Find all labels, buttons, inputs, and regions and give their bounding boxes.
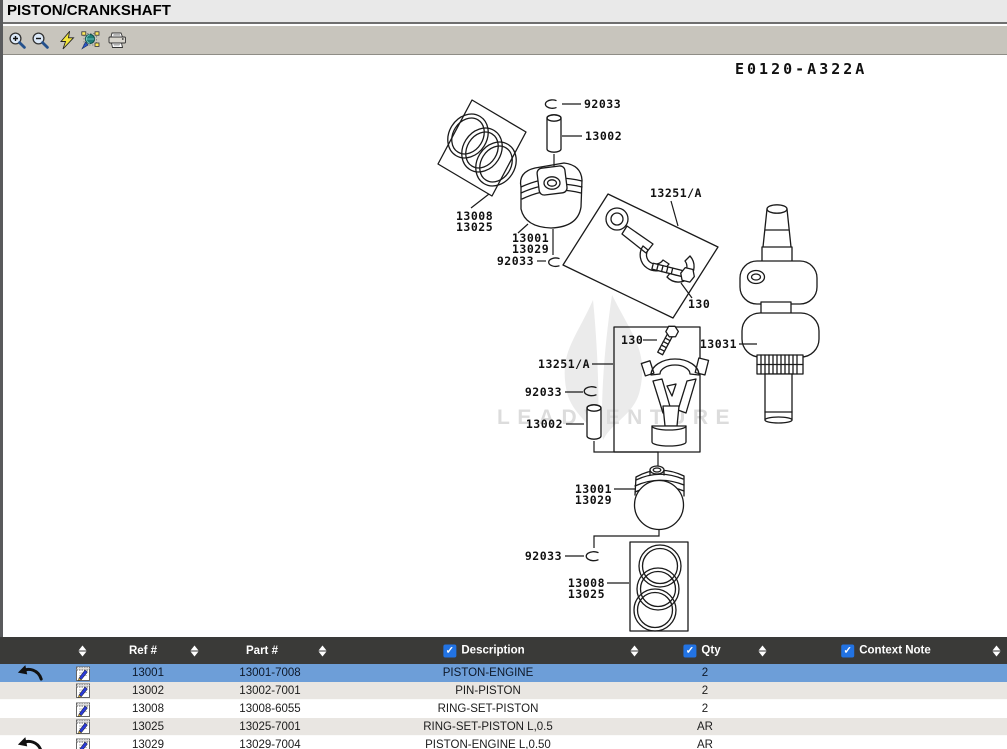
column-header-note[interactable]: Context Note [841,644,931,657]
back-arrow-icon[interactable] [0,664,60,683]
part-label[interactable]: 130 [688,297,710,311]
table-header: Ref # Part # Description Qty Context Not… [0,637,1007,664]
parts-table: Ref # Part # Description Qty Context Not… [0,637,1007,749]
note-edit-icon[interactable] [60,682,106,699]
zoom-out-icon [31,31,50,50]
hotspot-select-icon [81,31,100,50]
qty-cell: AR [626,739,784,749]
part-cell: 13029-7004 [190,739,350,749]
sort-icon[interactable] [758,644,767,657]
note-edit-icon[interactable] [60,718,106,735]
column-header-description[interactable]: Description [443,644,524,657]
part-label[interactable]: 92033 [525,385,562,399]
desc-cell: RING-SET-PISTON [350,703,626,715]
part-label[interactable]: 92033 [525,549,562,563]
part-label[interactable]: 13029 [575,493,612,507]
part-cell: 13001-7008 [190,667,350,679]
note-edit-icon[interactable] [60,701,106,718]
ref-cell: 13008 [106,703,190,715]
ref-cell: 13002 [106,685,190,697]
diagram-toolbar [0,26,1007,55]
note-edit-icon[interactable] [60,737,106,749]
part-cell: 13008-6055 [190,703,350,715]
sort-icon[interactable] [190,644,199,657]
qty-cell: 2 [626,667,784,679]
column-header-qty-label: Qty [701,645,720,657]
part-label[interactable]: 130 [621,333,643,347]
column-header-note-label: Context Note [859,645,931,657]
qty-cell: 2 [626,685,784,697]
table-row[interactable]: 13001 13001-7008 PISTON-ENGINE 2 [0,664,1007,682]
title-bar: PISTON/CRANKSHAFT [0,0,1007,24]
hotspot-select-button[interactable] [79,30,101,50]
part-cell: 13002-7001 [190,685,350,697]
column-header-description-label: Description [461,645,524,657]
column-header-qty[interactable]: Qty [683,644,720,657]
part-label[interactable]: 13025 [568,587,605,601]
desc-cell: PISTON-ENGINE L,0.50 [350,739,626,749]
left-border-strip [0,0,3,637]
description-checkbox[interactable] [443,644,456,657]
part-label[interactable]: 13031 [700,337,737,351]
ref-cell: 13001 [106,667,190,679]
sort-icon[interactable] [630,644,639,657]
part-label[interactable]: 13002 [585,129,622,143]
back-arrow-icon[interactable] [0,736,60,749]
table-row[interactable]: 13002 13002-7001 PIN-PISTON 2 [0,682,1007,700]
exploded-parts-diagram: LEADVENTURE [0,55,1007,633]
circlip-top [545,100,556,108]
column-header-part[interactable]: Part # [246,645,278,657]
desc-cell: RING-SET-PISTON L,0.5 [350,721,626,733]
qty-cell: AR [626,721,784,733]
zoom-in-button[interactable] [6,30,28,50]
lightning-icon [59,31,76,50]
qty-checkbox[interactable] [683,644,696,657]
sort-icon[interactable] [318,644,327,657]
ref-cell: 13025 [106,721,190,733]
crankshaft [740,205,819,423]
qty-cell: 2 [626,703,784,715]
page-title: PISTON/CRANKSHAFT [0,0,171,22]
parts-catalog-viewer: PISTON/CRANKSHAFT [0,0,1007,749]
zoom-out-button[interactable] [29,30,51,50]
ref-cell: 13029 [106,739,190,749]
part-label[interactable]: 13251/A [538,357,590,371]
column-header-ref[interactable]: Ref # [129,645,157,657]
note-edit-icon[interactable] [60,665,106,682]
print-icon [107,32,127,49]
part-label[interactable]: 13025 [456,220,493,234]
part-label[interactable]: 13002 [526,417,563,431]
sort-icon[interactable] [992,644,1001,657]
part-label[interactable]: 92033 [497,254,534,268]
diagram-code: E0120-A322A [735,60,867,78]
table-row[interactable]: 13029 13029-7004 PISTON-ENGINE L,0.50 AR [0,736,1007,749]
table-row[interactable]: 13008 13008-6055 RING-SET-PISTON 2 [0,700,1007,718]
sort-icon[interactable] [78,644,87,657]
desc-cell: PIN-PISTON [350,685,626,697]
part-label[interactable]: 13251/A [650,186,702,200]
zoom-in-icon [8,31,27,50]
diagram-canvas[interactable]: LEADVENTURE [0,55,1007,633]
part-cell: 13025-7001 [190,721,350,733]
part-label[interactable]: 92033 [584,97,621,111]
desc-cell: PISTON-ENGINE [350,667,626,679]
quick-view-button[interactable] [56,30,78,50]
print-button[interactable] [106,30,128,50]
table-row[interactable]: 13025 13025-7001 RING-SET-PISTON L,0.5 A… [0,718,1007,736]
note-checkbox[interactable] [841,644,854,657]
